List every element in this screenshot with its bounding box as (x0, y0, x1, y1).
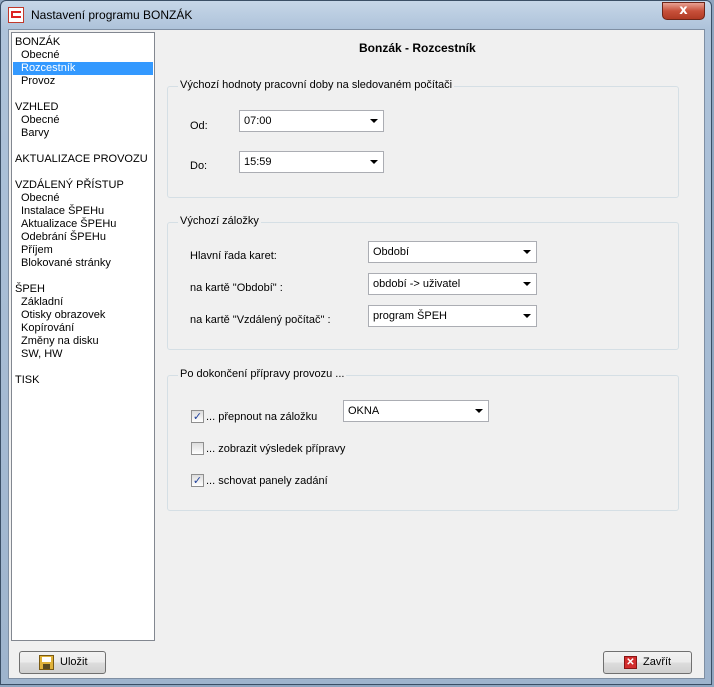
floppy-disk-icon (39, 655, 54, 670)
hide-panels-checkbox[interactable]: ✓ (191, 474, 204, 487)
chevron-down-icon (475, 409, 483, 413)
show-result-checkbox[interactable] (191, 442, 204, 455)
tree-item-aktualizace-spehu[interactable]: Aktualizace ŠPEHu (21, 218, 116, 231)
tree-item-otisky-obrazovek[interactable]: Otisky obrazovek (21, 309, 105, 322)
tree-item-prijem[interactable]: Příjem (21, 244, 53, 257)
window-title: Nastavení programu BONZÁK (31, 8, 193, 22)
chevron-down-icon (523, 314, 531, 318)
page-title: Bonzák - Rozcestník (359, 41, 476, 55)
tree-item-vzdaleny-pristup[interactable]: VZDÁLENÝ PŘÍSTUP (15, 179, 124, 192)
from-time-value: 07:00 (244, 115, 272, 127)
tree-item-rozcestnik[interactable]: Rozcestník (13, 62, 153, 75)
tree-item-bonzak-obecne[interactable]: Obecné (21, 49, 60, 62)
after-prep-group: Po dokončení přípravy provozu ... ✓ ... … (167, 368, 679, 511)
hide-panels-label: ... schovat panely zadání (206, 475, 328, 487)
tree-item-sw-hw[interactable]: SW, HW (21, 348, 63, 361)
tree-item-barvy[interactable]: Barvy (21, 127, 49, 140)
tree-item-pristup-obecne[interactable]: Obecné (21, 192, 60, 205)
tree-item-aktualizace-provozu[interactable]: AKTUALIZACE PROVOZU (15, 153, 148, 166)
from-time-select[interactable]: 07:00 (239, 110, 384, 132)
close-icon: ✕ (624, 656, 637, 669)
switch-tab-checkbox[interactable]: ✓ (191, 410, 204, 423)
tree-item-zmeny-na-disku[interactable]: Změny na disku (21, 335, 99, 348)
main-tabs-select[interactable]: Období (368, 241, 537, 263)
chevron-down-icon (370, 119, 378, 123)
tree-item-vzhled[interactable]: VZHLED (15, 101, 58, 114)
tree-item-tisk[interactable]: TISK (15, 374, 39, 387)
default-tabs-group-title: Výchozí záložky (178, 215, 261, 227)
tree-item-vzhled-obecne[interactable]: Obecné (21, 114, 60, 127)
main-tabs-value: Období (373, 246, 410, 258)
show-result-label: ... zobrazit výsledek přípravy (206, 443, 346, 455)
dialog-body: BONZÁK Obecné Rozcestník Provoz VZHLED O… (8, 29, 705, 679)
settings-tree[interactable]: BONZÁK Obecné Rozcestník Provoz VZHLED O… (11, 32, 155, 641)
remote-tab-value: program ŠPEH (373, 310, 447, 322)
period-tab-select[interactable]: období -> uživatel (368, 273, 537, 295)
default-tabs-group: Výchozí záložky Hlavní řada karet: Obdob… (167, 215, 679, 350)
tree-item-provoz[interactable]: Provoz (21, 75, 55, 88)
remote-tab-select[interactable]: program ŠPEH (368, 305, 537, 327)
switch-tab-label: ... přepnout na záložku (206, 411, 318, 423)
save-button[interactable]: Uložit (19, 651, 106, 674)
tree-item-zakladni[interactable]: Základní (21, 296, 63, 309)
chevron-down-icon (523, 282, 531, 286)
work-hours-group: Výchozí hodnoty pracovní doby na sledova… (167, 79, 679, 198)
switch-tab-select[interactable]: OKNA (343, 400, 489, 422)
tree-item-instalace-spehu[interactable]: Instalace ŠPEHu (21, 205, 104, 218)
app-logo-icon (8, 7, 24, 23)
tree-item-odebrani-spehu[interactable]: Odebrání ŠPEHu (21, 231, 106, 244)
from-label: Od: (190, 120, 208, 132)
switch-tab-value: OKNA (348, 405, 380, 417)
chevron-down-icon (370, 160, 378, 164)
close-button[interactable]: ✕ Zavřít (603, 651, 692, 674)
to-time-value: 15:59 (244, 156, 272, 168)
window-close-button[interactable]: x (662, 2, 705, 20)
title-bar[interactable]: Nastavení programu BONZÁK x (1, 1, 713, 29)
to-time-select[interactable]: 15:59 (239, 151, 384, 173)
tree-item-bonzak[interactable]: BONZÁK (15, 36, 60, 49)
to-label: Do: (190, 160, 208, 172)
main-tabs-label: Hlavní řada karet: (190, 250, 277, 262)
period-tab-value: období -> uživatel (373, 278, 461, 290)
close-button-label: Zavřít (643, 656, 672, 668)
tree-item-blokovane-stranky[interactable]: Blokované stránky (21, 257, 111, 270)
chevron-down-icon (523, 250, 531, 254)
settings-window: Nastavení programu BONZÁK x BONZÁK Obecn… (0, 0, 712, 685)
period-tab-label: na kartě "Období" : (190, 282, 283, 294)
remote-tab-label: na kartě "Vzdálený počítač" : (190, 314, 331, 326)
work-hours-group-title: Výchozí hodnoty pracovní doby na sledova… (178, 79, 455, 91)
after-prep-group-title: Po dokončení přípravy provozu ... (178, 368, 347, 380)
tree-item-speh[interactable]: ŠPEH (15, 283, 45, 296)
tree-item-kopirovani[interactable]: Kopírování (21, 322, 74, 335)
save-button-label: Uložit (60, 656, 88, 668)
